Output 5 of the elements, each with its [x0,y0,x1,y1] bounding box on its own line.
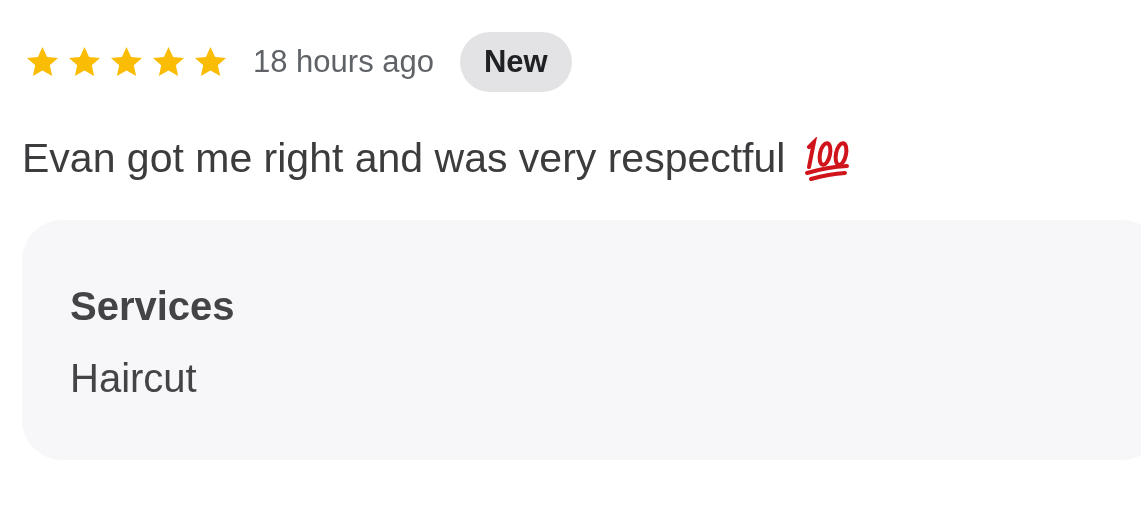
review-time: 18 hours ago [253,42,434,81]
review-text: Evan got me right and was very respectful [22,134,786,183]
service-name: Haircut [70,354,198,402]
services-title: Services [70,282,236,330]
new-badge: New [460,32,572,92]
